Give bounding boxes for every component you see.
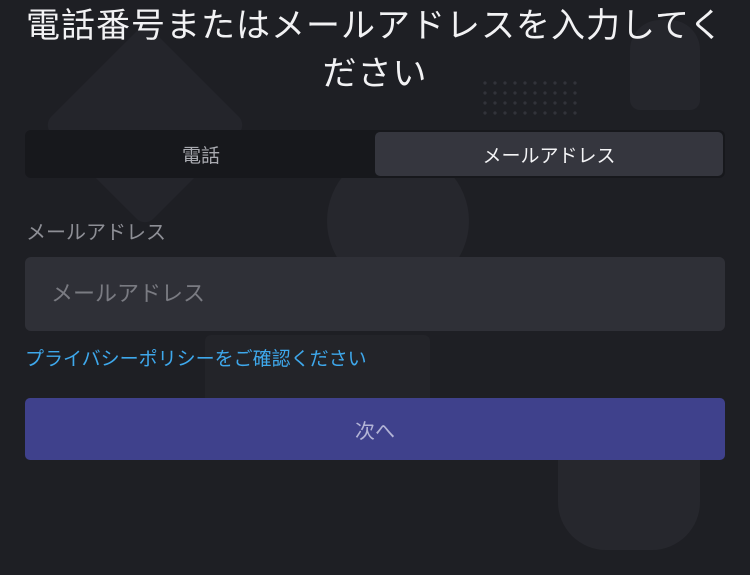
tab-phone[interactable]: 電話 <box>27 132 375 176</box>
privacy-policy-link[interactable]: プライバシーポリシーをご確認ください <box>25 344 367 371</box>
page-title: 電話番号またはメールアドレスを入力してください <box>26 6 724 94</box>
tab-email[interactable]: メールアドレス <box>375 132 723 176</box>
contact-method-toggle: 電話 メールアドレス <box>25 130 725 178</box>
next-button[interactable]: 次へ <box>25 398 725 460</box>
email-field-label: メールアドレス <box>26 220 166 244</box>
email-input[interactable] <box>25 257 725 331</box>
